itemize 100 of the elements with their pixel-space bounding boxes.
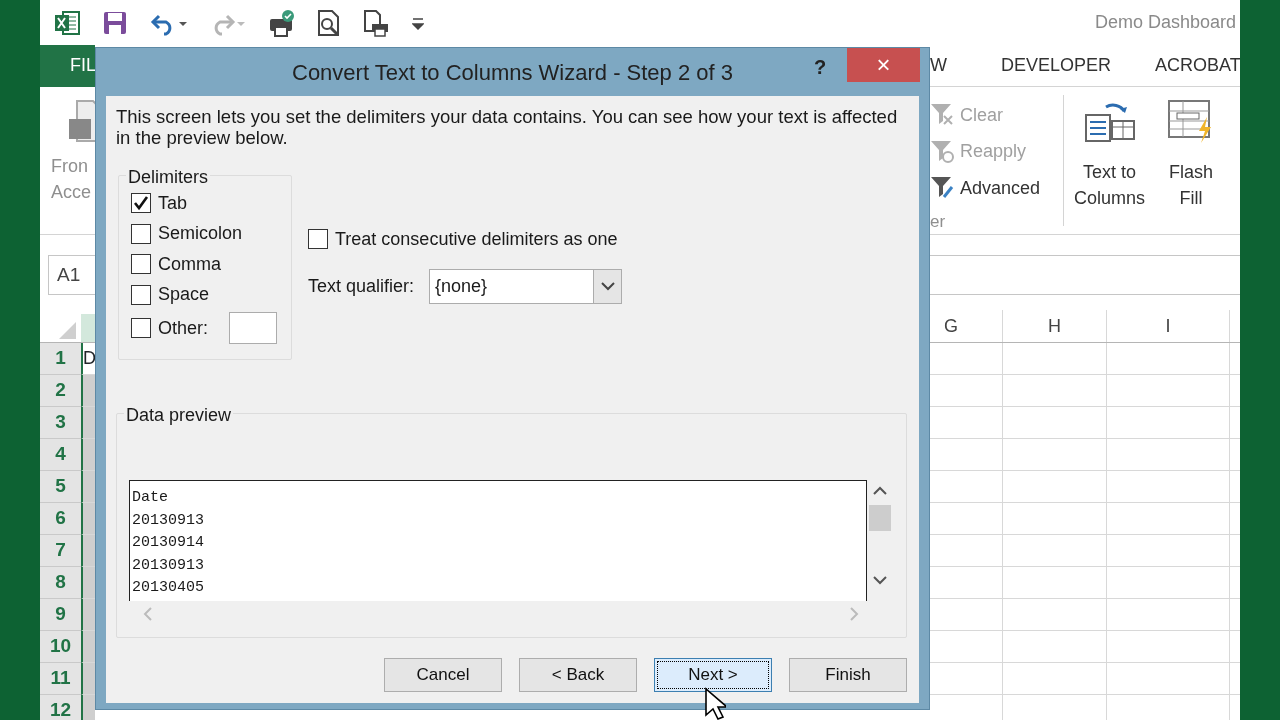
checkbox[interactable] [131, 318, 151, 339]
grid-cell[interactable] [1003, 375, 1107, 407]
checkbox-label[interactable]: Other: [158, 314, 209, 342]
grid-cell[interactable] [81, 631, 95, 663]
grid-cell[interactable] [1107, 375, 1230, 407]
scroll-down-icon[interactable] [873, 575, 887, 585]
row-header[interactable]: 9 [40, 599, 81, 631]
ribbon-tab[interactable]: DEVELOPER [979, 45, 1134, 87]
checkbox-label[interactable]: Comma [158, 250, 221, 278]
row-header[interactable]: 10 [40, 631, 81, 663]
row-header[interactable]: 12 [40, 695, 81, 720]
grid-cell[interactable] [1003, 503, 1107, 535]
ribbon-tab[interactable]: ACROBAT [1133, 45, 1240, 87]
grid-cell[interactable] [1003, 471, 1107, 503]
row-header[interactable]: 3 [40, 407, 81, 439]
grid-cell[interactable] [81, 599, 95, 631]
ribbon-tab[interactable]: W [930, 45, 979, 87]
grid-cell[interactable] [1003, 663, 1107, 695]
printer-icon[interactable] [268, 8, 296, 37]
checkbox-label[interactable]: Semicolon [158, 220, 243, 248]
grid-cell[interactable] [1107, 535, 1230, 567]
help-button[interactable]: ? [814, 52, 827, 82]
preview-line: 20130914 [132, 533, 205, 553]
grid-cell[interactable] [1107, 567, 1230, 599]
close-button[interactable]: × [847, 48, 920, 82]
filter-button[interactable]: Advanced [960, 174, 1041, 202]
row-header[interactable]: 4 [40, 439, 81, 471]
preview-line: 20130913 [132, 555, 205, 576]
other-field[interactable] [229, 312, 278, 345]
grid-cell[interactable] [81, 471, 95, 503]
window-title: Demo Dashboard [1094, 11, 1236, 34]
scroll-up-icon[interactable] [873, 486, 887, 496]
print-preview-icon[interactable] [316, 8, 342, 37]
grid-cell[interactable] [1003, 439, 1107, 471]
save-icon[interactable] [102, 9, 128, 36]
check-icon [133, 195, 149, 212]
grid-cell[interactable] [1003, 535, 1107, 567]
dialog-button[interactable]: Cancel [384, 658, 502, 692]
ribbon-button[interactable]: Text to Columns [1074, 97, 1146, 234]
column-header[interactable]: I [1107, 310, 1230, 342]
grid-cell[interactable] [1107, 631, 1230, 663]
checkbox[interactable] [131, 254, 151, 275]
group-label: er [930, 210, 947, 233]
chevron-down-icon [600, 281, 615, 291]
scroll-right-icon[interactable] [849, 607, 859, 621]
row-header[interactable]: 6 [40, 503, 81, 535]
ribbon-label: Acce [51, 181, 92, 204]
ribbon-button[interactable]: Flash Fill [1167, 97, 1216, 234]
grid-cell[interactable] [1107, 663, 1230, 695]
row-header[interactable]: 2 [40, 375, 81, 407]
reapply-filter-icon[interactable] [930, 138, 956, 165]
dialog-button[interactable]: < Back [519, 658, 637, 692]
checkbox-label[interactable]: Space [158, 281, 210, 309]
dialog-button[interactable]: Next > [654, 658, 772, 692]
grid-cell[interactable] [1003, 567, 1107, 599]
checkbox[interactable] [308, 229, 328, 250]
checkbox[interactable] [131, 284, 151, 305]
field-label: Text qualifier: [308, 274, 415, 298]
grid-cell[interactable] [81, 407, 95, 439]
grid-cell[interactable] [1107, 343, 1230, 375]
grid-cell[interactable] [1003, 343, 1107, 375]
row-header[interactable]: 5 [40, 471, 81, 503]
grid-cell[interactable] [1003, 407, 1107, 439]
dialog-title: Convert Text to Columns Wizard - Step 2 of 3 [292, 58, 733, 87]
grid-cell[interactable] [1003, 631, 1107, 663]
checkbox[interactable] [131, 193, 151, 214]
scroll-left-icon[interactable] [143, 607, 153, 621]
grid-cell[interactable] [81, 439, 95, 471]
grid-cell[interactable] [81, 503, 95, 535]
print-icon[interactable] [362, 8, 390, 37]
checkbox-label[interactable]: Treat consecutive delimiters as one [335, 225, 618, 253]
grid-cell[interactable] [81, 535, 95, 567]
row-header[interactable]: 1 [40, 343, 81, 375]
grid-cell[interactable] [1003, 599, 1107, 631]
row-header[interactable]: 7 [40, 535, 81, 567]
dialog-button[interactable]: Finish [789, 658, 907, 692]
ribbon-tab[interactable]: FIL [40, 45, 95, 87]
row-header[interactable]: 11 [40, 663, 81, 695]
preview-line: 20130913 [132, 510, 205, 531]
formula-field[interactable] [930, 255, 1240, 295]
grid-cell[interactable] [1107, 503, 1230, 535]
column-header[interactable]: H [1003, 310, 1107, 342]
ribbon-label: Fron [51, 155, 88, 178]
checkbox-label[interactable]: Tab [158, 189, 188, 217]
qualifier-dropdown[interactable]: {none} [429, 268, 623, 304]
column-header[interactable] [81, 314, 95, 342]
excel-icon[interactable] [54, 9, 80, 36]
grid-cell[interactable]: D [81, 343, 95, 375]
grid-cell[interactable] [1107, 471, 1230, 503]
intro-text: This screen lets you set the delimiters your data contains. You can see how your text is affected in the preview below. [116, 106, 899, 148]
grid-cell[interactable] [1107, 439, 1230, 471]
grid-cell[interactable] [1107, 407, 1230, 439]
row-header[interactable]: 8 [40, 567, 81, 599]
checkbox[interactable] [131, 223, 151, 244]
grid-cell[interactable] [81, 375, 95, 407]
scroll-thumb[interactable] [869, 505, 891, 531]
grid-cell[interactable] [81, 695, 95, 720]
grid-cell[interactable] [81, 663, 95, 695]
grid-cell[interactable] [81, 567, 95, 599]
grid-cell[interactable] [1107, 599, 1230, 631]
